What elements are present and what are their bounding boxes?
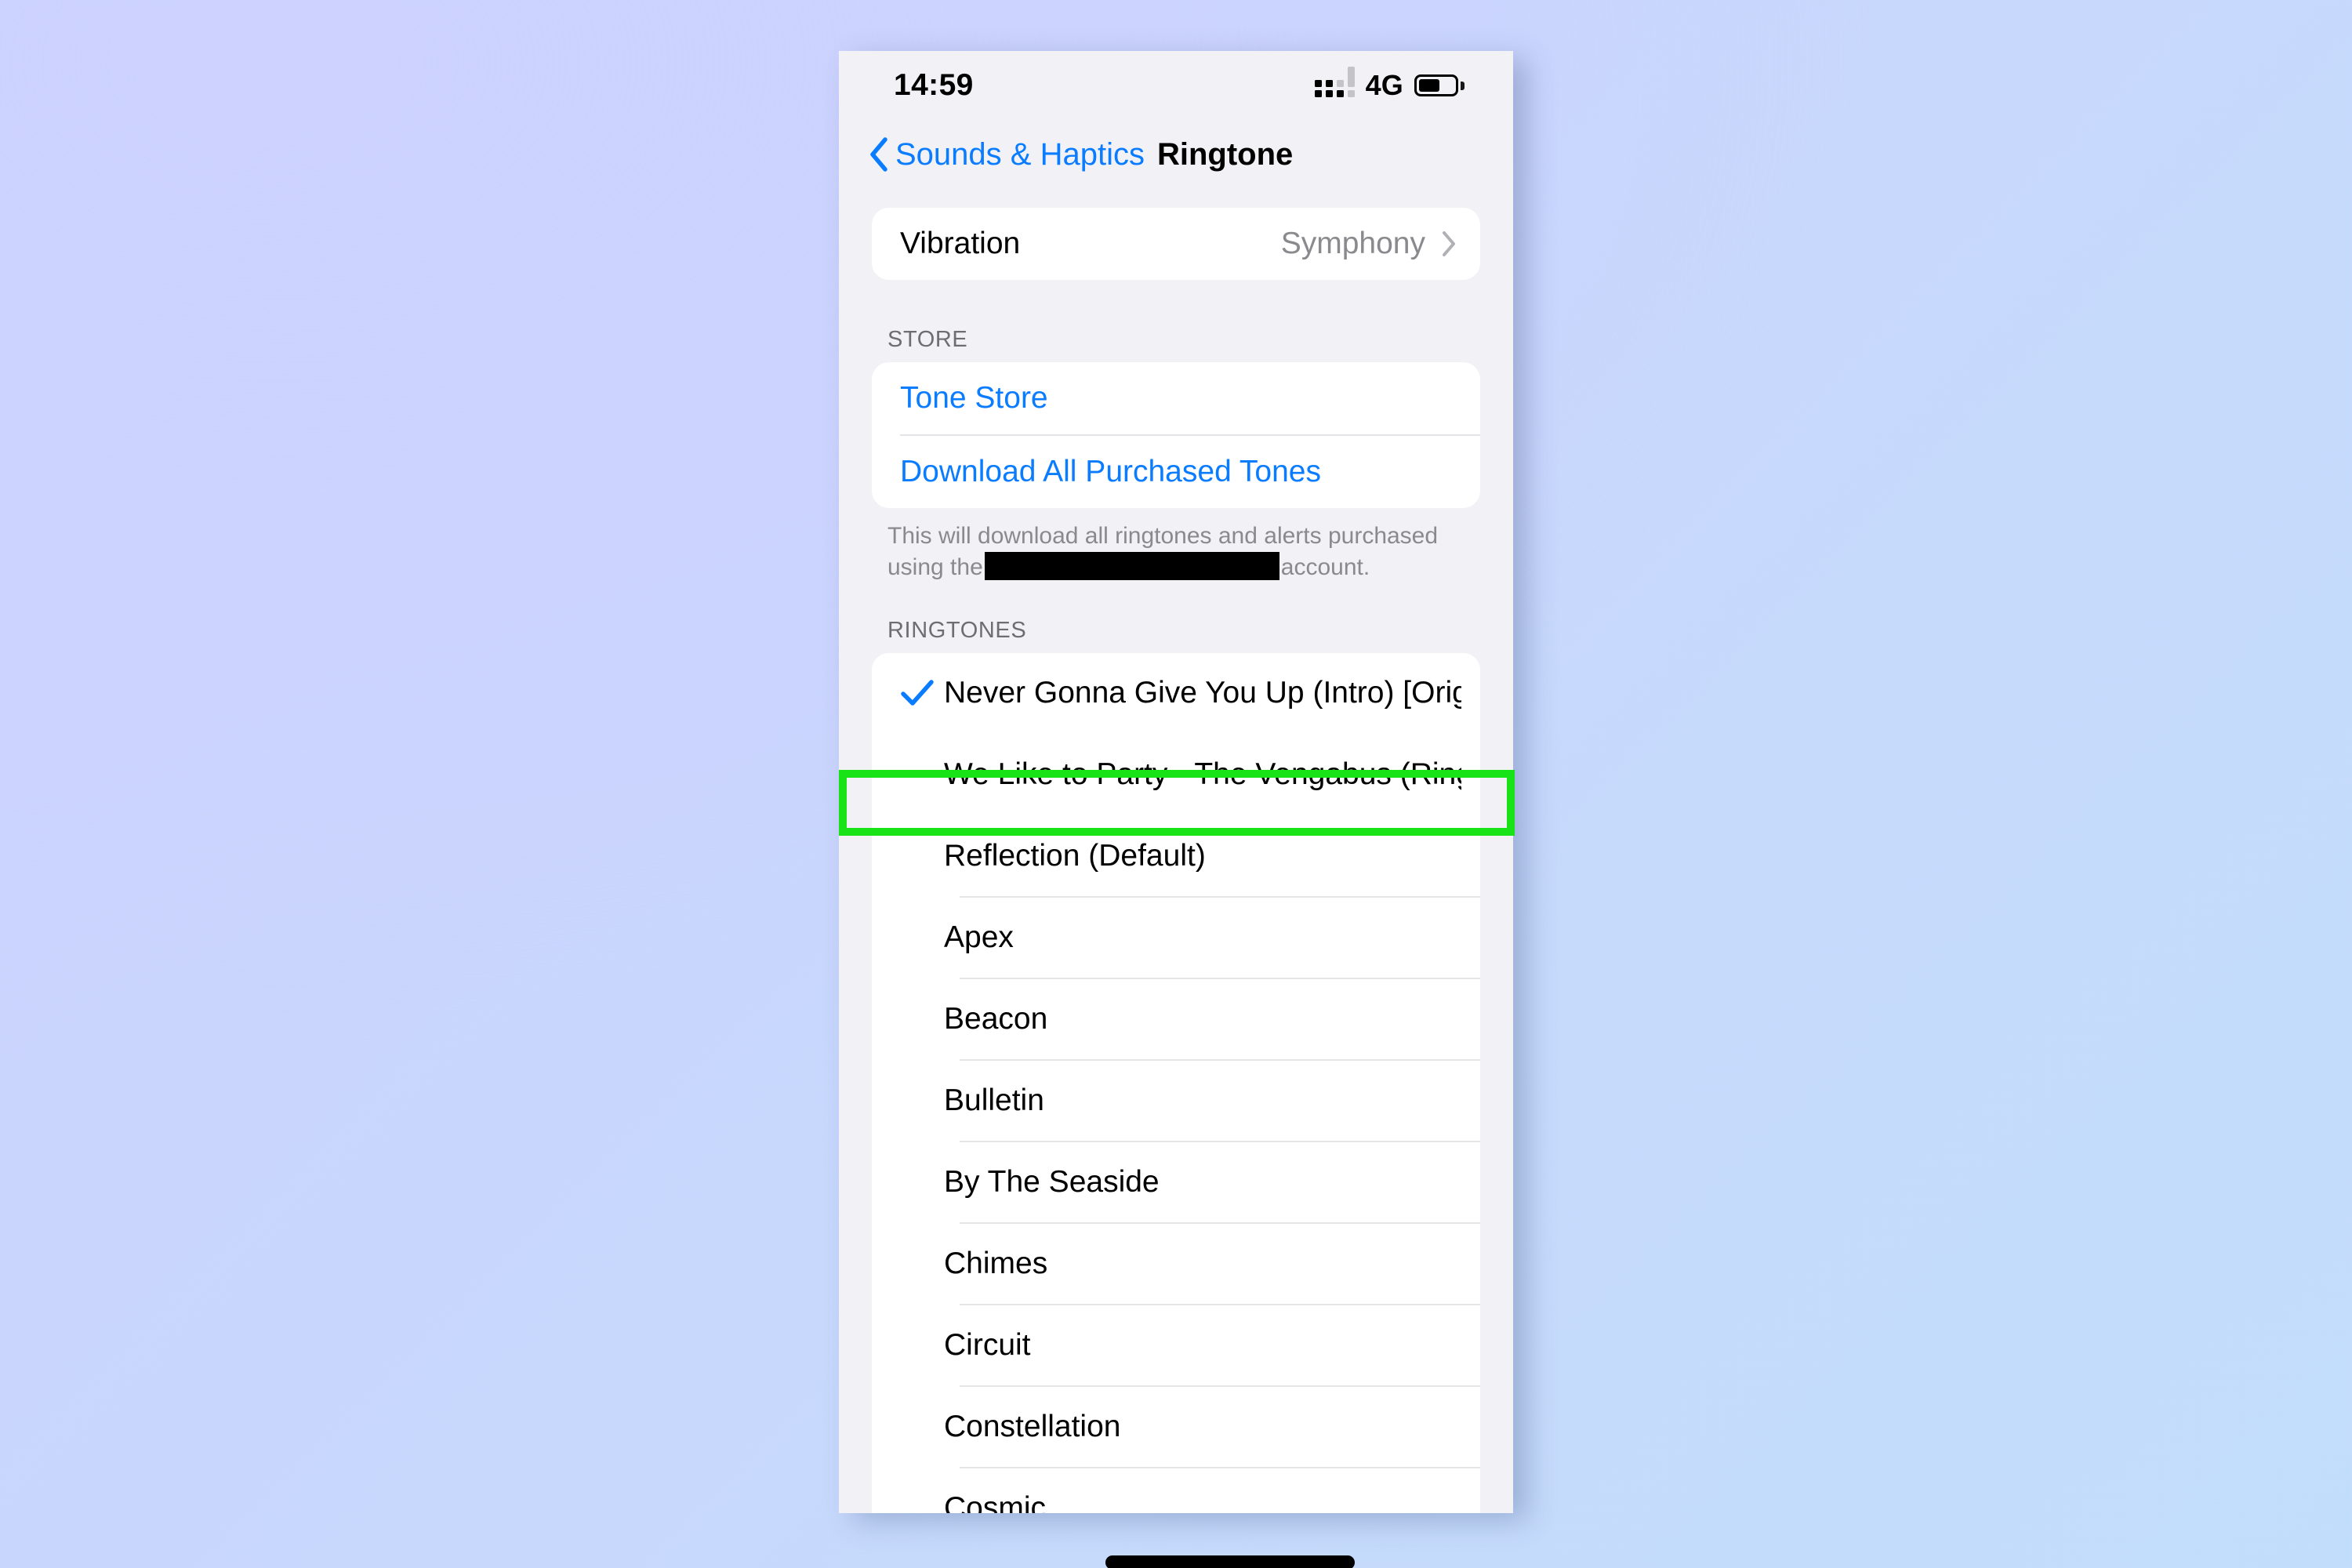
home-indicator (1105, 1555, 1355, 1568)
redaction-bar (984, 551, 1279, 580)
ringtone-label: We Like to Party - The Vengabus (Ring… (944, 757, 1461, 791)
ringtone-row[interactable]: Beacon (872, 978, 1480, 1059)
page-title: Ringtone (1156, 136, 1294, 172)
ringtone-row[interactable]: Circuit (872, 1305, 1480, 1385)
chevron-right-icon (1441, 230, 1457, 257)
checkmark-icon (900, 679, 944, 707)
ringtone-row[interactable]: Cosmic (872, 1468, 1480, 1513)
ringtone-label: Beacon (944, 1001, 1048, 1036)
store-card: Tone Store Download All Purchased Tones (872, 362, 1480, 508)
navigation-bar: Sounds & Haptics Ringtone (839, 120, 1513, 189)
chevron-left-icon[interactable] (867, 136, 891, 172)
settings-scroll-area[interactable]: Vibration Symphony STORE Tone Store Down… (839, 189, 1513, 1513)
ringtone-label: Apex (944, 920, 1014, 954)
store-section-header: STORE (887, 327, 968, 352)
ringtone-label: Bulletin (944, 1083, 1044, 1117)
battery-icon (1414, 74, 1465, 96)
vibration-row[interactable]: Vibration Symphony (872, 208, 1480, 280)
vibration-card: Vibration Symphony (872, 208, 1480, 280)
ringtone-label: Never Gonna Give You Up (Intro) [Origi… (944, 675, 1461, 710)
ringtone-row[interactable]: Constellation (872, 1386, 1480, 1467)
ringtone-row[interactable]: We Like to Party - The Vengabus (Ring… (872, 734, 1480, 815)
ringtone-label: Reflection (Default) (944, 838, 1206, 873)
download-all-purchased-tones-row[interactable]: Download All Purchased Tones (872, 436, 1480, 508)
ringtones-section-header: RINGTONES (887, 617, 1027, 643)
ringtone-label: Chimes (944, 1246, 1048, 1280)
vibration-value: Symphony (1280, 227, 1425, 260)
ringtone-label: Constellation (944, 1409, 1121, 1443)
ringtone-label: By The Seaside (944, 1164, 1160, 1199)
tone-store-row[interactable]: Tone Store (872, 362, 1480, 434)
footnote-text-after: account. (1280, 554, 1370, 580)
ringtone-row[interactable]: Reflection (Default) (872, 815, 1480, 896)
status-bar-indicators: 4G (1314, 67, 1465, 102)
status-bar-clock: 14:59 (894, 68, 974, 102)
ringtone-row[interactable]: Chimes (872, 1223, 1480, 1304)
tone-store-label: Tone Store (900, 381, 1048, 415)
vibration-label: Vibration (900, 227, 1021, 260)
back-button-label[interactable]: Sounds & Haptics (895, 137, 1145, 172)
status-bar: 14:59 4G (839, 51, 1513, 120)
ringtone-row[interactable]: Apex (872, 897, 1480, 978)
signal-bars-icon (1314, 67, 1355, 97)
store-footnote: This will download all ringtones and ale… (839, 508, 1513, 583)
ringtones-list: Never Gonna Give You Up (Intro) [Origi… W… (872, 652, 1480, 1513)
phone-screen: 14:59 4G Sounds & Haptics Ringtone Vibra… (839, 51, 1513, 1513)
ringtone-label: Circuit (944, 1327, 1031, 1362)
ringtone-row[interactable]: Bulletin (872, 1060, 1480, 1141)
ringtone-row[interactable]: By The Seaside (872, 1142, 1480, 1222)
ringtone-label: Cosmic (944, 1490, 1047, 1513)
download-all-purchased-tones-label: Download All Purchased Tones (900, 455, 1321, 488)
ringtone-row[interactable]: Never Gonna Give You Up (Intro) [Origi… (872, 652, 1480, 733)
network-type-label: 4G (1365, 69, 1403, 101)
